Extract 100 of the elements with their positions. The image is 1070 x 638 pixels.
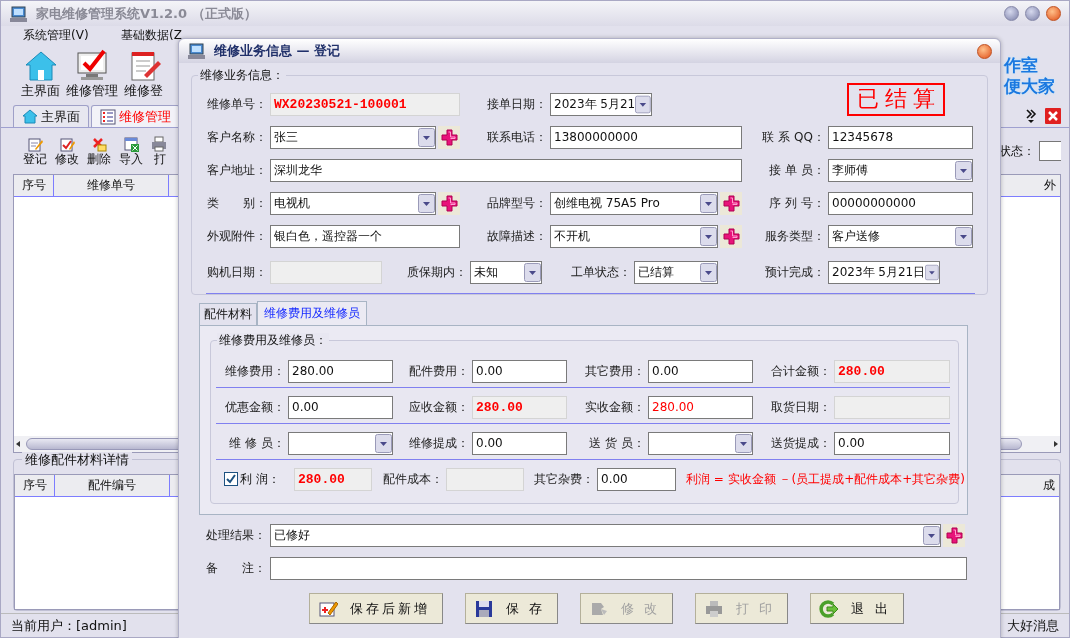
exit-icon [819,598,840,619]
delete-icon [90,135,108,152]
dropdown[interactable]: 已结算 [634,260,718,284]
column-header: 序号 [15,475,55,496]
input-field[interactable] [270,556,967,580]
close-button[interactable] [977,43,992,59]
dropdown[interactable]: 未知 [470,260,542,284]
dropdown[interactable]: 不开机 [550,224,718,248]
formula-text: 利润 = 实收金额 －(员工提成+配件成本+其它杂费) [686,471,965,487]
status-dropdown[interactable] [1039,141,1061,161]
dropdown[interactable]: 已修好 [270,523,941,547]
input-field[interactable]: 12345678 [828,125,973,149]
field-label: 维 修 员： [228,435,286,451]
tab[interactable]: 主界面 [13,105,89,127]
field-label: 送货提成： [770,435,832,451]
dialog-button[interactable]: 退 出 [810,593,904,624]
date-picker[interactable]: 2023年 5月21日 [828,260,940,284]
input-field[interactable]: 0.00 [597,467,676,491]
input-field[interactable]: 0.00 [834,431,950,455]
input-field[interactable]: 280.00 [288,359,393,383]
close-button[interactable] [1046,6,1061,21]
tab[interactable]: 维修管理 [91,105,180,127]
maximize-button[interactable] [1025,6,1040,21]
chevron-icon[interactable] [1025,107,1037,124]
dropdown[interactable]: 创维电视 75A5 Pro [550,191,718,215]
field-label: 维修单号： [206,96,268,112]
tab[interactable]: 维修费用及维修员 [257,301,367,325]
column-header: 配件编号 [55,475,170,496]
toolbar-button[interactable]: 修改 [55,135,79,167]
field-label: 维修费用： [224,363,286,379]
input-field[interactable]: 280.00 [648,395,753,419]
date-picker[interactable]: 2023年 5月21 [550,92,652,116]
input-field[interactable]: 0.00 [472,431,567,455]
field-label: 联系电话： [486,129,548,145]
field-label: 配件费用： [408,363,470,379]
dialog-title: 维修业务信息 — 登记 [214,43,341,59]
dropdown[interactable]: 李师傅 [828,158,973,182]
field-label: 处理结果： [206,527,267,543]
monitor-icon [187,42,206,60]
field-label: 其它费用： [584,363,646,379]
dropdown[interactable]: 客户送修 [828,224,973,248]
list-icon [100,108,116,125]
field-label: 联 系 QQ： [761,129,826,145]
dialog-button[interactable]: 保存后新增 [309,593,443,624]
toolbar-button[interactable]: 维修登 [124,49,163,99]
column-header: 维修单号 [54,175,169,196]
dropdown[interactable] [288,431,393,455]
input-field[interactable]: 0.00 [648,359,753,383]
menu-item[interactable]: 系统管理(V) [23,28,121,43]
window-title: 家电维修管理系统V1.2.0 （正式版） [36,5,257,22]
menu-item[interactable]: 基础数据(Z [121,28,219,43]
toolbar-button[interactable]: 主界面 [21,49,60,99]
banner-text: 作室 [1004,54,1039,76]
field-label: 工单状态： [570,264,632,280]
section-title: 维修费用及维修员： [217,333,329,348]
dropdown[interactable] [648,431,753,455]
toolbar-button[interactable]: 导入 [119,135,143,167]
add-button[interactable] [720,191,742,215]
field-label: 接单日期： [486,96,548,112]
input-field[interactable]: 13800000000 [550,125,742,149]
field-label: 备 注： [206,560,267,576]
status-stamp: 已结算 [847,82,945,116]
field-label: 送 货 员： [588,435,646,451]
profit-checkbox[interactable]: 利 润： [216,471,294,487]
scroll-right-icon[interactable] [1052,439,1060,449]
input-field[interactable]: 0.00 [472,359,567,383]
minimize-button[interactable] [1004,6,1019,21]
toolbar-button[interactable]: 维修管理 [66,49,118,99]
tab[interactable]: 配件材料 [199,303,257,325]
toolbar-button[interactable]: 打 [151,135,168,167]
notepad-icon [26,135,44,152]
input-field[interactable]: 0.00 [288,395,393,419]
dropdown[interactable]: 电视机 [270,191,436,215]
scroll-left-icon[interactable] [14,439,22,449]
dialog-button[interactable]: 保 存 [465,593,559,624]
field-label: 购机日期： [206,264,268,280]
input-field[interactable]: 深圳龙华 [270,158,742,182]
printer-icon [704,598,725,619]
check-icon [225,473,237,485]
add-button[interactable] [438,191,460,215]
toolbar-button[interactable]: 登记 [23,135,47,167]
save-icon [474,598,494,619]
field-label: 客户名称： [206,129,268,145]
field-label: 合计金额： [770,363,832,379]
input-field[interactable]: 00000000000 [828,191,973,215]
field-label: 类 别： [206,195,268,211]
field-label: 客户地址： [206,162,268,178]
toolbar-button[interactable]: 删除 [87,135,111,167]
add-button[interactable] [943,523,965,547]
add-button[interactable] [720,224,742,248]
input-field[interactable]: 银白色，遥控器一个 [270,224,460,248]
field-label: 品牌型号： [486,195,548,211]
dropdown[interactable]: 张三 [270,125,436,149]
field-label: 实收金额： [584,399,646,415]
field-label: 服务类型： [764,228,826,244]
close-icon[interactable] [1045,107,1061,124]
field-label: 序 列 号： [768,195,826,211]
printer-icon [151,135,168,152]
section-title: 维修业务信息： [198,68,286,83]
add-button[interactable] [438,125,460,149]
